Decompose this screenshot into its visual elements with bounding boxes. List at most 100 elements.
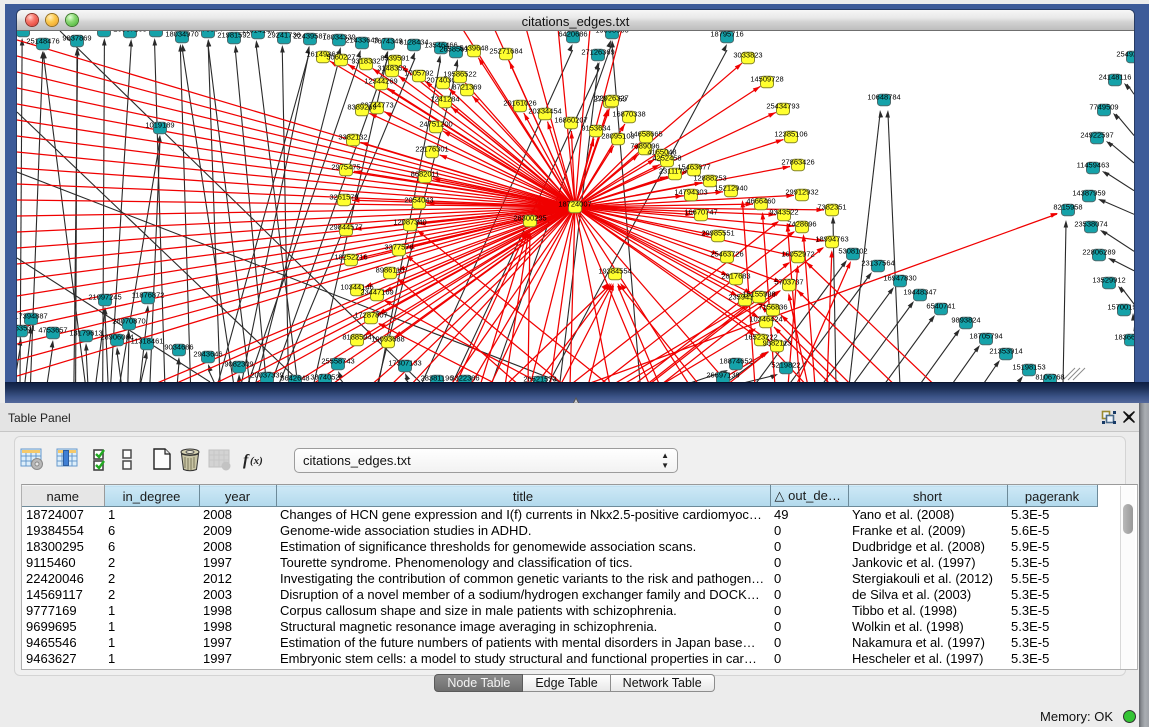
svg-text:25463726: 25463726: [710, 250, 743, 259]
svg-text:8721369: 8721369: [452, 83, 481, 92]
svg-text:19586522: 19586522: [443, 70, 476, 79]
svg-text:4252458: 4252458: [652, 154, 681, 163]
svg-text:7428696: 7428696: [787, 220, 816, 229]
svg-text:14509728: 14509728: [750, 75, 783, 84]
svg-text:20037339: 20037339: [250, 371, 283, 380]
svg-text:16947830: 16947830: [883, 274, 916, 283]
svg-text:3642648: 3642648: [280, 374, 309, 383]
svg-text:8389269: 8389269: [347, 103, 376, 112]
svg-text:24922597: 24922597: [1080, 131, 1113, 140]
svg-text:15212940: 15212940: [714, 184, 747, 193]
svg-text:3261579: 3261579: [329, 193, 358, 202]
svg-text:28906064: 28906064: [100, 333, 133, 342]
svg-text:7156836: 7156836: [758, 303, 787, 312]
svg-text:17394887: 17394887: [17, 312, 48, 321]
svg-text:20334454: 20334454: [528, 107, 561, 116]
svg-text:9893824: 9893824: [951, 316, 980, 325]
svg-text:18795716: 18795716: [710, 31, 743, 39]
svg-text:5308102: 5308102: [838, 247, 867, 256]
svg-text:25271684: 25271684: [489, 47, 522, 56]
svg-text:9034686: 9034686: [164, 343, 193, 352]
svg-text:25148476: 25148476: [26, 37, 59, 46]
svg-text:24751200: 24751200: [419, 120, 452, 129]
svg-text:3874052: 3874052: [310, 373, 339, 382]
svg-text:8539591: 8539591: [380, 54, 409, 63]
svg-text:9837869: 9837869: [62, 34, 91, 43]
svg-text:14387959: 14387959: [1072, 189, 1105, 198]
svg-text:23447169: 23447169: [360, 288, 393, 297]
svg-text:4753657: 4753657: [38, 326, 67, 335]
svg-text:2943646: 2943646: [193, 350, 222, 359]
svg-text:12344269: 12344269: [364, 77, 397, 86]
svg-text:26521573: 26521573: [523, 375, 556, 383]
svg-text:11318461: 11318461: [131, 337, 164, 346]
svg-text:29985551: 29985551: [701, 229, 734, 238]
svg-text:8215958: 8215958: [1053, 203, 1082, 212]
svg-text:6540741: 6540741: [926, 302, 955, 311]
svg-text:3322386: 3322386: [450, 374, 479, 383]
svg-text:16870338: 16870338: [612, 110, 645, 119]
svg-text:2975475: 2975475: [331, 163, 360, 172]
svg-text:1019189: 1019189: [145, 121, 174, 130]
svg-text:15463677: 15463677: [677, 163, 710, 172]
svg-text:6420686: 6420686: [558, 31, 587, 39]
svg-text:21097245: 21097245: [88, 293, 121, 302]
svg-text:5219822: 5219822: [771, 361, 800, 370]
svg-text:23137564: 23137564: [861, 259, 894, 268]
svg-text:1653531: 1653531: [17, 324, 36, 333]
svg-text:19098556: 19098556: [595, 31, 628, 35]
svg-text:17307133: 17307133: [388, 359, 421, 368]
svg-text:22806289: 22806289: [1082, 248, 1115, 257]
svg-text:10648784: 10648784: [867, 93, 900, 102]
svg-text:1241284: 1241284: [430, 95, 459, 104]
svg-text:8188594: 8188594: [342, 333, 371, 342]
svg-text:25492422: 25492422: [1116, 50, 1134, 59]
svg-text:3377578: 3377578: [384, 243, 413, 252]
svg-text:15198153: 15198153: [1012, 363, 1045, 372]
svg-text:18874652: 18874652: [719, 357, 752, 366]
svg-text:(x): (x): [250, 455, 263, 467]
svg-text:26697139: 26697139: [706, 371, 739, 380]
svg-text:29844577: 29844577: [329, 223, 362, 232]
svg-text:7749509: 7749509: [1089, 103, 1118, 112]
svg-text:15700199: 15700199: [1107, 303, 1134, 312]
svg-text:5439648: 5439648: [459, 44, 488, 53]
svg-text:9382113: 9382113: [763, 339, 792, 348]
svg-text:12385106: 12385106: [774, 130, 807, 139]
svg-text:14658665: 14658665: [629, 130, 662, 139]
svg-text:4666460: 4666460: [746, 197, 775, 206]
svg-text:28300295: 28300295: [513, 214, 546, 223]
svg-text:5703737: 5703737: [774, 278, 803, 287]
svg-text:16052972: 16052972: [781, 250, 814, 259]
svg-text:29912932: 29912932: [785, 188, 818, 197]
svg-text:16670747: 16670747: [684, 208, 717, 217]
svg-text:11876872: 11876872: [132, 291, 165, 300]
svg-text:18705794: 18705794: [969, 332, 1002, 341]
svg-text:7674349: 7674349: [373, 37, 402, 46]
svg-text:21353914: 21353914: [989, 347, 1022, 356]
svg-text:12087340: 12087340: [393, 218, 426, 227]
svg-text:17287807: 17287807: [354, 311, 387, 320]
svg-text:19384554: 19384554: [598, 267, 631, 276]
svg-text:28381196: 28381196: [421, 374, 454, 383]
svg-text:19093688: 19093688: [371, 335, 404, 344]
svg-text:8106768: 8106768: [1035, 373, 1064, 382]
svg-text:2817683: 2817683: [721, 272, 750, 281]
svg-text:12888253: 12888253: [693, 174, 726, 183]
svg-text:3382132: 3382132: [338, 133, 367, 142]
svg-text:3033823: 3033823: [733, 51, 762, 60]
svg-text:18252216: 18252216: [334, 253, 367, 262]
svg-text:f: f: [243, 452, 250, 469]
svg-text:22926327: 22926327: [595, 94, 628, 103]
svg-text:8682011: 8682011: [411, 170, 440, 179]
svg-text:13179613: 13179613: [69, 329, 102, 338]
svg-text:18994763: 18994763: [815, 235, 848, 244]
svg-text:19448347: 19448347: [903, 288, 936, 297]
svg-text:9082309: 9082309: [224, 360, 253, 369]
svg-text:25558743: 25558743: [321, 357, 354, 366]
svg-text:23538074: 23538074: [1074, 220, 1107, 229]
svg-text:25434793: 25434793: [766, 102, 799, 111]
svg-text:9343522: 9343522: [769, 208, 798, 217]
svg-text:22176301: 22176301: [415, 145, 448, 154]
svg-text:24148116: 24148116: [1099, 73, 1132, 82]
